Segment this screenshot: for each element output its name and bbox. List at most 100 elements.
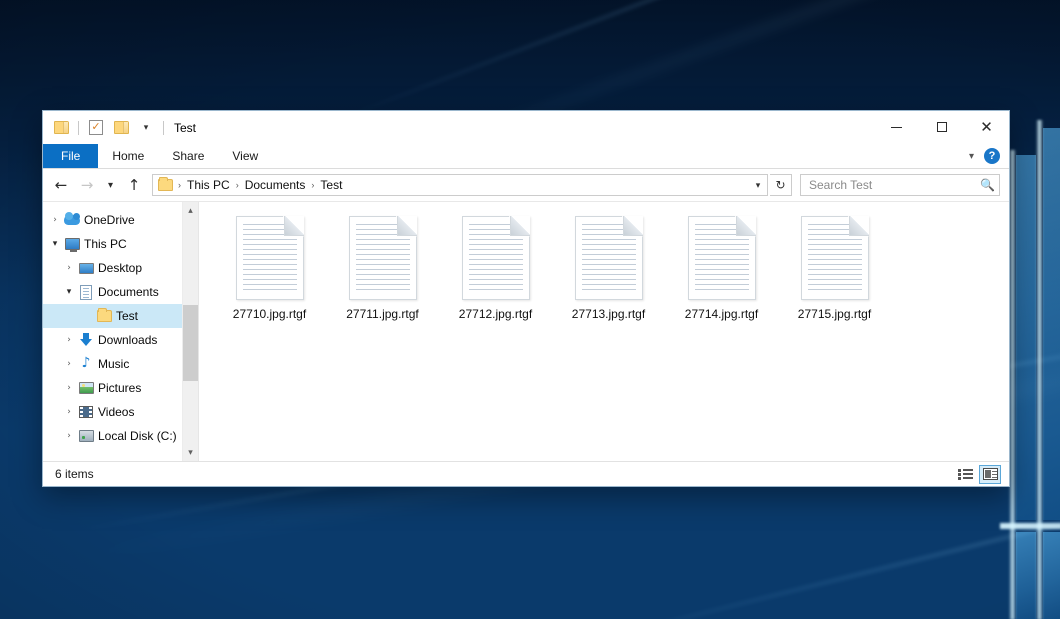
minimize-button[interactable] bbox=[874, 111, 919, 143]
breadcrumb-item-test[interactable]: Test bbox=[315, 178, 347, 192]
desktop-icon bbox=[77, 260, 95, 276]
tree-spacer: › bbox=[79, 311, 95, 321]
chevron-right-icon[interactable]: › bbox=[61, 383, 77, 393]
breadcrumb-item-documents[interactable]: Documents bbox=[240, 178, 311, 192]
ribbon-right-controls: ▾ ? bbox=[965, 144, 1009, 168]
sidebar-item-videos[interactable]: › Videos bbox=[43, 400, 182, 424]
documents-icon bbox=[77, 284, 95, 300]
chevron-right-icon[interactable]: › bbox=[61, 431, 77, 441]
breadcrumb-dropdown-icon[interactable]: ▾ bbox=[749, 175, 767, 195]
music-icon: ♪ bbox=[77, 356, 95, 372]
scroll-up-icon[interactable]: ▴ bbox=[183, 202, 198, 219]
sidebar-item-this-pc[interactable]: ▾ This PC bbox=[43, 232, 182, 256]
scrollbar-track[interactable] bbox=[183, 219, 198, 444]
details-view-button[interactable] bbox=[954, 465, 976, 484]
file-item[interactable]: 27714.jpg.rtgf bbox=[665, 212, 778, 338]
breadcrumb-bar[interactable]: › This PC › Documents › Test ▾ bbox=[152, 174, 768, 196]
file-item[interactable]: 27715.jpg.rtgf bbox=[778, 212, 891, 338]
chevron-down-icon[interactable]: ▾ bbox=[965, 151, 978, 162]
chevron-right-icon[interactable]: › bbox=[61, 407, 77, 417]
large-icons-view-button[interactable] bbox=[979, 465, 1001, 484]
onedrive-icon bbox=[63, 212, 81, 228]
file-name-label: 27714.jpg.rtgf bbox=[682, 306, 761, 322]
tab-home[interactable]: Home bbox=[98, 144, 158, 168]
scroll-down-icon[interactable]: ▾ bbox=[183, 444, 198, 461]
chevron-right-icon[interactable]: › bbox=[47, 215, 63, 225]
sidebar-item-downloads[interactable]: › Downloads bbox=[43, 328, 182, 352]
chevron-right-icon[interactable]: › bbox=[61, 263, 77, 273]
sidebar-item-test[interactable]: › Test bbox=[43, 304, 182, 328]
disk-icon bbox=[77, 428, 95, 444]
sidebar-item-label: Desktop bbox=[98, 261, 142, 275]
document-file-icon bbox=[236, 216, 304, 300]
chevron-right-icon[interactable]: › bbox=[61, 335, 77, 345]
navigation-pane-scrollbar[interactable]: ▴ ▾ bbox=[182, 202, 198, 461]
maximize-button[interactable] bbox=[919, 111, 964, 143]
sidebar-item-music[interactable]: › ♪ Music bbox=[43, 352, 182, 376]
toolbar-separator bbox=[163, 121, 164, 135]
search-icon[interactable]: 🔍 bbox=[980, 178, 995, 192]
explorer-body: › OneDrive ▾ This PC › Desktop ▾ bbox=[43, 201, 1009, 461]
title-bar-drag-area[interactable] bbox=[196, 111, 874, 144]
new-folder-icon[interactable] bbox=[111, 118, 131, 138]
help-icon[interactable]: ? bbox=[984, 148, 1000, 164]
document-file-icon bbox=[575, 216, 643, 300]
document-file-icon bbox=[801, 216, 869, 300]
file-name-label: 27713.jpg.rtgf bbox=[569, 306, 648, 322]
downloads-icon bbox=[77, 332, 95, 348]
document-file-icon bbox=[349, 216, 417, 300]
sidebar-item-desktop[interactable]: › Desktop bbox=[43, 256, 182, 280]
tab-share[interactable]: Share bbox=[158, 144, 218, 168]
close-button[interactable]: ✕ bbox=[964, 111, 1009, 143]
sidebar-item-label: Documents bbox=[98, 285, 159, 299]
chevron-down-icon[interactable]: ▾ bbox=[61, 287, 77, 297]
back-arrow-icon[interactable]: ← bbox=[49, 173, 73, 197]
pictures-icon bbox=[77, 380, 95, 396]
file-item[interactable]: 27713.jpg.rtgf bbox=[552, 212, 665, 338]
window-controls: ✕ bbox=[874, 111, 1009, 144]
scrollbar-thumb[interactable] bbox=[183, 305, 198, 382]
folder-icon bbox=[95, 308, 113, 324]
recent-locations-chevron-icon[interactable]: ▾ bbox=[101, 173, 120, 197]
chevron-right-icon[interactable]: › bbox=[61, 359, 77, 369]
file-item[interactable]: 27710.jpg.rtgf bbox=[213, 212, 326, 338]
refresh-icon[interactable]: ↻ bbox=[770, 174, 792, 196]
file-item[interactable]: 27712.jpg.rtgf bbox=[439, 212, 552, 338]
view-mode-buttons bbox=[954, 465, 1001, 484]
navigation-pane: › OneDrive ▾ This PC › Desktop ▾ bbox=[43, 202, 182, 461]
forward-arrow-icon[interactable]: → bbox=[75, 173, 99, 197]
toolbar-separator bbox=[78, 121, 79, 135]
quick-access-toolbar: ✓ ▾ bbox=[43, 111, 166, 144]
file-name-label: 27712.jpg.rtgf bbox=[456, 306, 535, 322]
file-grid: 27710.jpg.rtgf 27711.jpg.rtgf bbox=[213, 212, 1009, 338]
sidebar-item-pictures[interactable]: › Pictures bbox=[43, 376, 182, 400]
file-name-label: 27711.jpg.rtgf bbox=[343, 306, 422, 322]
sidebar-item-local-disk[interactable]: › Local Disk (C:) bbox=[43, 424, 182, 448]
this-pc-icon bbox=[63, 236, 81, 252]
chevron-down-icon[interactable]: ▾ bbox=[47, 239, 63, 249]
sidebar-item-onedrive[interactable]: › OneDrive bbox=[43, 208, 182, 232]
breadcrumb-item-this-pc[interactable]: This PC bbox=[182, 178, 235, 192]
sidebar-item-label: OneDrive bbox=[84, 213, 135, 227]
address-bar: ← → ▾ ↑ › This PC › Documents › Test ▾ ↻ bbox=[43, 169, 1009, 201]
tab-file[interactable]: File bbox=[43, 144, 98, 168]
document-file-icon bbox=[688, 216, 756, 300]
sidebar-item-label: Local Disk (C:) bbox=[98, 429, 177, 443]
file-list-view[interactable]: 27710.jpg.rtgf 27711.jpg.rtgf bbox=[198, 202, 1009, 461]
window-title: Test bbox=[174, 121, 196, 135]
search-input[interactable] bbox=[809, 178, 980, 192]
item-count-label: 6 items bbox=[55, 467, 94, 481]
status-bar: 6 items bbox=[43, 461, 1009, 486]
tab-view[interactable]: View bbox=[218, 144, 272, 168]
chevron-down-icon[interactable]: ▾ bbox=[136, 118, 156, 138]
desktop: ✓ ▾ Test ✕ File Home Share bbox=[0, 0, 1060, 619]
sidebar-item-documents[interactable]: ▾ Documents bbox=[43, 280, 182, 304]
up-arrow-icon[interactable]: ↑ bbox=[122, 173, 146, 197]
search-box[interactable]: 🔍 bbox=[800, 174, 1000, 196]
videos-icon bbox=[77, 404, 95, 420]
sidebar-item-label: Music bbox=[98, 357, 129, 371]
file-item[interactable]: 27711.jpg.rtgf bbox=[326, 212, 439, 338]
folder-icon[interactable] bbox=[51, 118, 71, 138]
sidebar-item-label: This PC bbox=[84, 237, 127, 251]
properties-checkmark-icon[interactable]: ✓ bbox=[86, 118, 106, 138]
